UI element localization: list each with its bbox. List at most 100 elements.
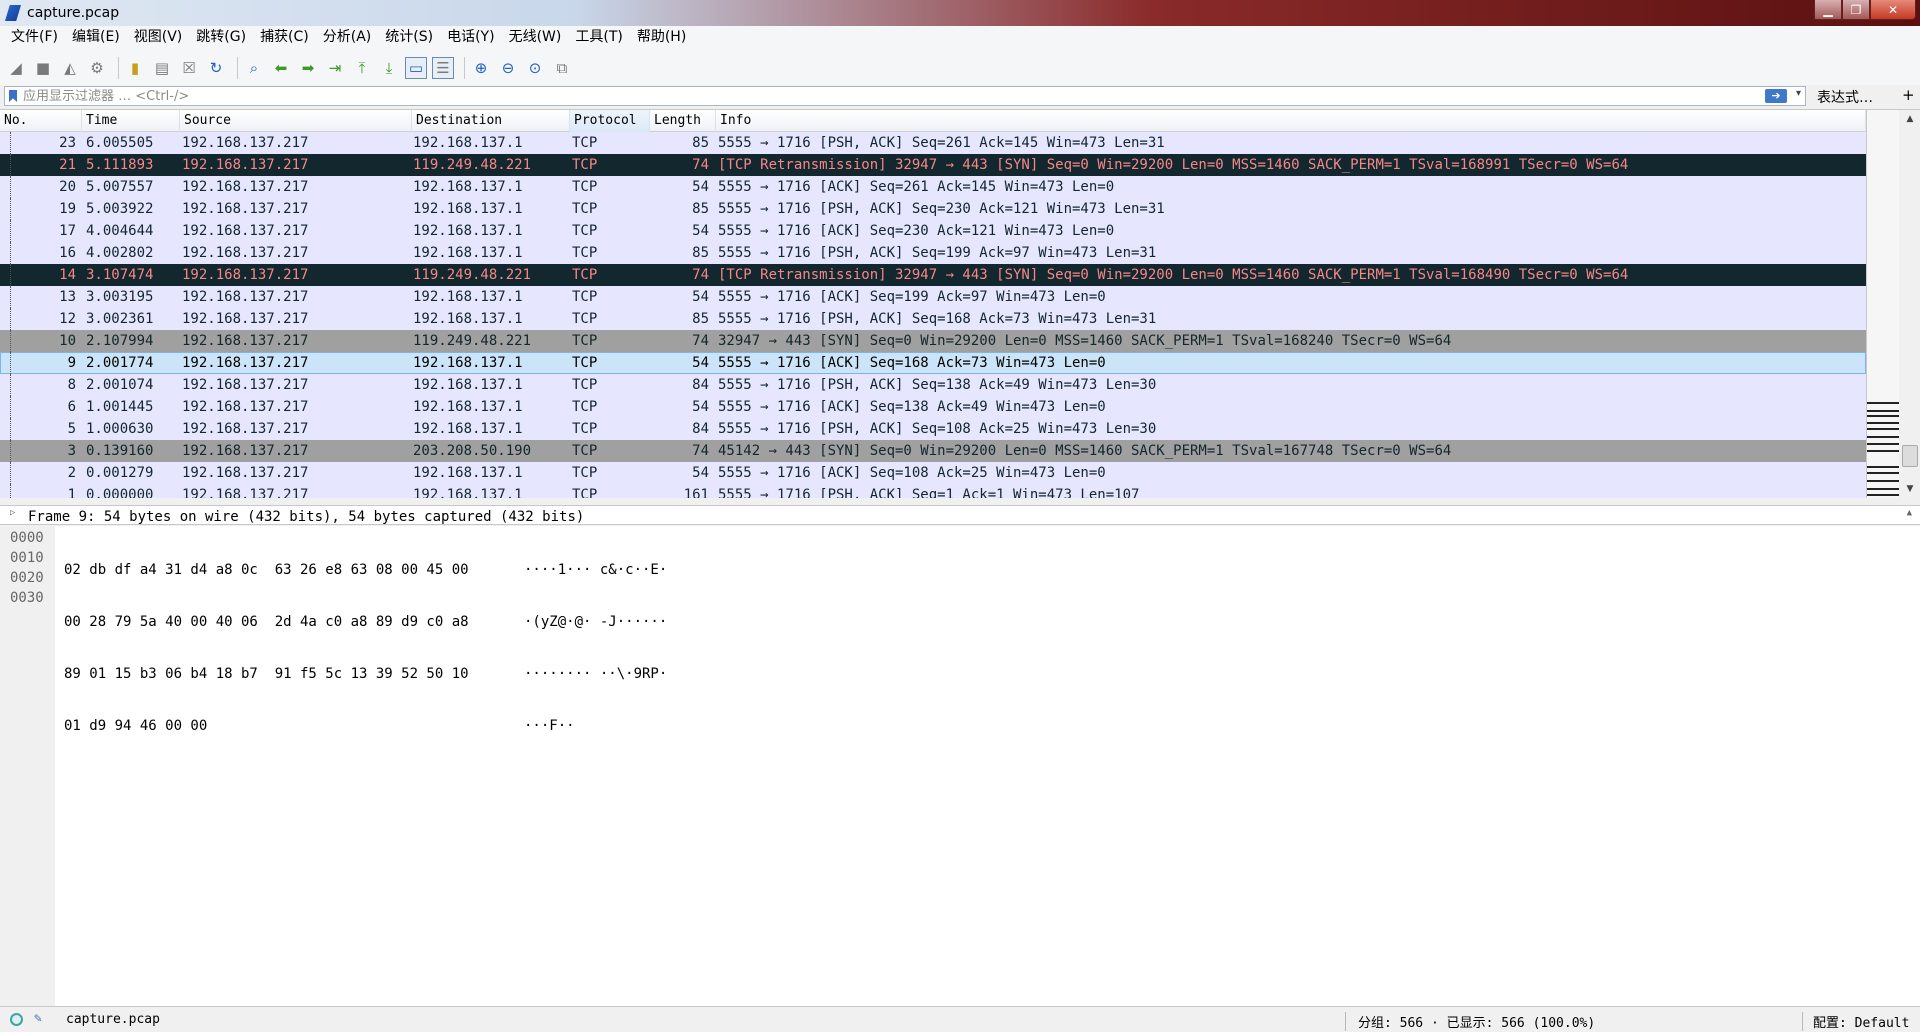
open-folder-icon[interactable]: ▮ [124, 57, 146, 79]
row-length: 85 [692, 245, 709, 261]
table-row[interactable]: 2 0.001279 192.168.137.217 192.168.137.1 TCP… [0, 462, 1866, 484]
ascii-line[interactable]: ········ ··\·9RP· [524, 664, 667, 684]
table-row[interactable]: 21 5.111893 192.168.137.217 119.249.48.221 T… [0, 154, 1866, 176]
table-row[interactable]: 8 2.001074 192.168.137.217 192.168.137.1 TCP… [0, 374, 1866, 396]
menu-capture[interactable]: 捕获(C) [253, 26, 316, 48]
table-row[interactable]: 1 0.000000 192.168.137.217 192.168.137.1 TCP… [0, 484, 1866, 498]
packet-list-scrollbar[interactable]: ▲ ▼ [1866, 110, 1920, 498]
row-destination: 192.168.137.1 [413, 179, 523, 195]
zoom-in-icon[interactable]: ⊕ [470, 57, 492, 79]
menu-edit[interactable]: 编辑(E) [65, 26, 127, 48]
menu-tools[interactable]: 工具(T) [568, 26, 629, 48]
minimize-button[interactable]: ▁ [1814, 0, 1842, 20]
table-row[interactable]: 19 5.003922 192.168.137.217 192.168.137.1 TC… [0, 198, 1866, 220]
column-header-source[interactable]: Source [180, 110, 412, 132]
reload-icon[interactable]: ↻ [205, 57, 227, 79]
go-first-icon[interactable]: ⤒ [351, 57, 373, 79]
table-row[interactable]: 13 3.003195 192.168.137.217 192.168.137.1 TC… [0, 286, 1866, 308]
hex-line[interactable]: 02 db df a4 31 d4 a8 0c 63 26 e8 63 08 0… [64, 560, 469, 580]
menu-statistics[interactable]: 统计(S) [378, 26, 440, 48]
shark-fin-start-icon[interactable]: ◢ [5, 57, 27, 79]
find-magnifier-icon[interactable]: ⌕ [243, 57, 265, 79]
apply-filter-arrow-icon[interactable]: ➔ [1765, 89, 1787, 103]
table-row[interactable]: 9 2.001774 192.168.137.217 192.168.137.1 TCP… [0, 352, 1866, 374]
menu-file[interactable]: 文件(F) [4, 26, 65, 48]
restart-fin-icon[interactable]: ◭ [59, 57, 81, 79]
ascii-line[interactable]: ···F·· [524, 716, 667, 736]
row-length: 85 [692, 311, 709, 327]
close-file-icon[interactable]: ☒ [178, 57, 200, 79]
save-file-icon[interactable]: ▤ [151, 57, 173, 79]
go-forward-arrow-icon[interactable]: ➡ [297, 57, 319, 79]
menu-wireless[interactable]: 无线(W) [502, 26, 569, 48]
capture-options-gear-icon[interactable]: ⚙ [86, 57, 108, 79]
menu-analyze[interactable]: 分析(A) [316, 26, 379, 48]
row-length: 85 [692, 201, 709, 217]
column-header-protocol[interactable]: Protocol [570, 110, 650, 132]
row-number: 13 [59, 289, 76, 305]
display-filter-input[interactable] [23, 87, 1805, 105]
add-filter-button[interactable]: + [1902, 86, 1915, 104]
byte-offset: 0000 [10, 530, 44, 546]
table-row[interactable]: 23 6.005505 192.168.137.217 192.168.137.1 TC… [0, 132, 1866, 154]
scroll-up-arrow-icon[interactable]: ▲ [1899, 110, 1920, 128]
expert-info-led-icon[interactable] [10, 1013, 23, 1026]
menu-telephony[interactable]: 电话(Y) [440, 26, 501, 48]
expand-triangle-icon[interactable]: ▷ [10, 508, 15, 518]
hex-line[interactable]: 89 01 15 b3 06 b4 18 b7 91 f5 5c 13 39 5… [64, 664, 469, 684]
bookmark-icon[interactable] [9, 90, 17, 102]
column-header-length[interactable]: Length [650, 110, 716, 132]
frame-summary-item[interactable]: Frame 9: 54 bytes on wire (432 bits), 54… [28, 509, 584, 524]
ascii-line[interactable]: ····1··· c&·c··E· [524, 560, 667, 580]
table-row[interactable]: 17 4.004644 192.168.137.217 192.168.137.1 TC… [0, 220, 1866, 242]
go-last-icon[interactable]: ⤓ [378, 57, 400, 79]
ascii-dump-column[interactable]: ····1··· c&·c··E· ·(yZ@·@· -J······ ····… [524, 528, 667, 768]
row-source: 192.168.137.217 [182, 487, 309, 498]
display-filter-box: ➔ ▾ [4, 86, 1806, 106]
zoom-out-icon[interactable]: ⊖ [497, 57, 519, 79]
close-button[interactable]: ✕ [1870, 0, 1916, 20]
edit-comment-icon[interactable]: ✎ [34, 1011, 42, 1026]
go-to-packet-icon[interactable]: ⇥ [324, 57, 346, 79]
column-header-time[interactable]: Time [82, 110, 180, 132]
go-back-arrow-icon[interactable]: ⬅ [270, 57, 292, 79]
stop-square-icon[interactable]: ■ [32, 57, 54, 79]
packet-minimap[interactable] [1867, 110, 1899, 498]
scrollbar-thumb[interactable] [1902, 445, 1918, 467]
menu-help[interactable]: 帮助(H) [630, 26, 693, 48]
menu-view[interactable]: 视图(V) [127, 26, 190, 48]
table-row[interactable]: 5 1.000630 192.168.137.217 192.168.137.1 TCP… [0, 418, 1866, 440]
zoom-normal-icon[interactable]: ⊙ [524, 57, 546, 79]
table-row[interactable]: 6 1.001445 192.168.137.217 192.168.137.1 TCP… [0, 396, 1866, 418]
minimap-stripe [1867, 410, 1899, 412]
status-profile[interactable]: 配置: Default [1802, 1012, 1909, 1031]
expression-button[interactable]: 表达式… [1817, 87, 1873, 107]
colorize-icon[interactable]: ☰ [432, 56, 454, 79]
resize-columns-icon[interactable]: ⧉ [551, 57, 573, 79]
row-time: 3.002361 [86, 311, 154, 327]
table-row[interactable]: 16 4.002802 192.168.137.217 192.168.137.1 TC… [0, 242, 1866, 264]
chevron-down-icon[interactable]: ▾ [1796, 88, 1801, 99]
hex-line[interactable]: 01 d9 94 46 00 00 [64, 716, 469, 736]
hex-line[interactable]: 00 28 79 5a 40 00 40 06 2d 4a c0 a8 89 d… [64, 612, 469, 632]
maximize-button[interactable]: ❐ [1842, 0, 1870, 20]
table-row[interactable]: 10 2.107994 192.168.137.217 119.249.48.221 T… [0, 330, 1866, 352]
column-header-info[interactable]: Info [716, 110, 1866, 132]
table-row[interactable]: 12 3.002361 192.168.137.217 192.168.137.1 TC… [0, 308, 1866, 330]
row-source: 192.168.137.217 [182, 377, 309, 393]
table-row[interactable]: 3 0.139160 192.168.137.217 203.208.50.190 TC… [0, 440, 1866, 462]
scrollbar-track[interactable]: ▲ ▼ [1899, 110, 1920, 498]
table-row[interactable]: 20 5.007557 192.168.137.217 192.168.137.1 TC… [0, 176, 1866, 198]
column-header-no[interactable]: No. [0, 110, 82, 132]
ascii-line[interactable]: ·(yZ@·@· -J······ [524, 612, 667, 632]
column-header-destination[interactable]: Destination [412, 110, 570, 132]
hex-dump-column[interactable]: 02 db df a4 31 d4 a8 0c 63 26 e8 63 08 0… [64, 528, 469, 768]
table-row[interactable]: 14 3.107474 192.168.137.217 119.249.48.221 T… [0, 264, 1866, 286]
row-length: 85 [692, 135, 709, 151]
scroll-down-arrow-icon[interactable]: ▼ [1899, 480, 1920, 498]
row-destination: 192.168.137.1 [413, 135, 523, 151]
auto-scroll-icon[interactable]: ▭ [405, 56, 427, 79]
menu-go[interactable]: 跳转(G) [189, 26, 253, 48]
scroll-up-arrow-icon[interactable]: ▲ [1907, 508, 1912, 518]
row-number: 17 [59, 223, 76, 239]
